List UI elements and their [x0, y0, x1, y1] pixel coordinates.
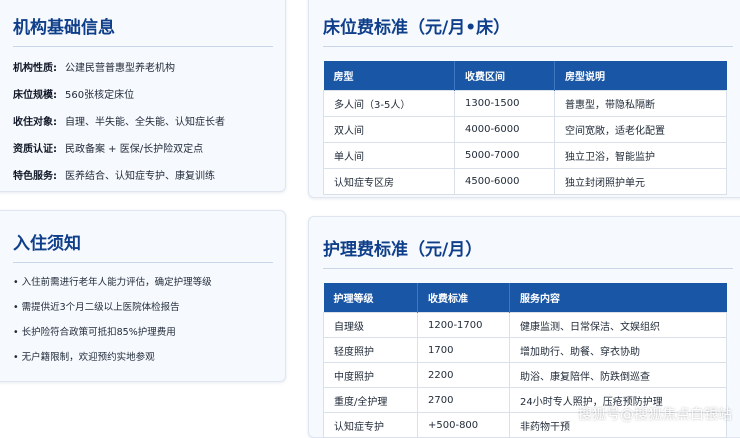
table-row: 轻度照护 1700 增加助行、助餐、穿衣协助: [323, 337, 727, 363]
row-key: 床位规模:: [13, 90, 57, 101]
admission-notice-card: 入住须知 • 入住前需进行老年人能力评估，确定护理等级 • 需提供近3个月二级以…: [0, 210, 286, 382]
table-cell: 增加助行、助餐、穿衣协助: [509, 337, 727, 363]
table-row: 自理级 1200-1700 健康监测、日常保洁、文娱组织: [323, 312, 727, 338]
table-cell: 4000-6000: [454, 116, 555, 143]
basic-info-row: 机构性质: 公建民营普惠型养老机构: [13, 59, 285, 74]
row-key: 收住对象:: [13, 117, 57, 128]
table-cell: 自理级: [323, 312, 418, 338]
row-value: 医养结合、认知症专护、康复训练: [65, 171, 215, 182]
admission-notice-title: 入住须知: [13, 229, 273, 263]
table-cell: 4500-6000: [454, 168, 555, 195]
basic-info-card: 机构基础信息 机构性质: 公建民营普惠型养老机构 床位规模: 560张核定床位 收住…: [0, 0, 286, 192]
row-value: 民政备案 + 医保/长护险双定点: [65, 144, 204, 155]
notice-item: • 需提供近3个月二级以上医院体检报告: [13, 302, 180, 313]
table-header-row: 房型 收费区间 房型说明: [323, 61, 727, 91]
table-cell: 单人间: [323, 142, 455, 169]
table-cell: +500-800: [417, 412, 510, 438]
basic-info-row: 床位规模: 560张核定床位: [13, 86, 285, 101]
bed-fee-table: 房型 收费区间 房型说明 多人间（3-5人） 1300-1500 普惠型，带隐私…: [323, 61, 727, 195]
table-cell: 独立封闭照护单元: [554, 168, 727, 195]
bed-fee-title: 床位费标准（元/月•床）: [323, 13, 733, 47]
table-cell: 独立卫浴，智能监护: [554, 142, 727, 169]
table-cell: 2700: [417, 387, 510, 413]
table-row: 单人间 5000-7000 独立卫浴，智能监护: [323, 142, 727, 169]
table-cell: 双人间: [323, 116, 455, 143]
row-key: 机构性质:: [13, 63, 57, 74]
table-cell: 轻度照护: [323, 337, 418, 363]
table-cell: 健康监测、日常保洁、文娱组织: [509, 312, 727, 338]
table-row: 中度照护 2200 助浴、康复陪伴、防跌倒巡查: [323, 362, 727, 388]
basic-info-row: 特色服务: 医养结合、认知症专护、康复训练: [13, 167, 285, 182]
table-cell: 重度/全护理: [323, 387, 418, 413]
column-header: 收费标准: [417, 283, 510, 313]
basic-info-row: 收住对象: 自理、半失能、全失能、认知症长者: [13, 113, 285, 128]
table-cell: 中度照护: [323, 362, 418, 388]
notice-item: • 入住前需进行老年人能力评估，确定护理等级: [13, 277, 212, 288]
basic-info-title: 机构基础信息: [13, 13, 273, 47]
table-row: 双人间 4000-6000 空间宽敞，适老化配置: [323, 116, 727, 143]
table-row: 多人间（3-5人） 1300-1500 普惠型，带隐私隔断: [323, 90, 727, 117]
table-cell: 认知症专区房: [323, 168, 455, 195]
column-header: 房型: [323, 61, 455, 91]
notice-item: • 长护险符合政策可抵扣85%护理费用: [13, 327, 176, 338]
row-value: 自理、半失能、全失能、认知症长者: [65, 117, 225, 128]
notice-item: • 无户籍限制，欢迎预约实地参观: [13, 352, 155, 363]
table-header-row: 护理等级 收费标准 服务内容: [323, 283, 727, 313]
table-cell: 1700: [417, 337, 510, 363]
bed-fee-card: 床位费标准（元/月•床） 房型 收费区间 房型说明 多人间（3-5人） 1300…: [308, 0, 740, 198]
row-value: 560张核定床位: [65, 90, 135, 101]
table-cell: 空间宽敞，适老化配置: [554, 116, 727, 143]
column-header: 护理等级: [323, 283, 418, 313]
column-header: 房型说明: [554, 61, 727, 91]
source-watermark: 搜狐号@搜狐焦点白银站: [578, 407, 732, 423]
table-cell: 助浴、康复陪伴、防跌倒巡查: [509, 362, 727, 388]
row-key: 特色服务:: [13, 171, 57, 182]
column-header: 服务内容: [509, 283, 727, 313]
table-row: 认知症专区房 4500-6000 独立封闭照护单元: [323, 168, 727, 195]
basic-info-row: 资质认证: 民政备案 + 医保/长护险双定点: [13, 140, 285, 155]
table-cell: 2200: [417, 362, 510, 388]
column-header: 收费区间: [454, 61, 555, 91]
row-value: 公建民营普惠型养老机构: [65, 63, 175, 74]
table-cell: 认知症专护: [323, 412, 418, 438]
table-cell: 5000-7000: [454, 142, 555, 169]
care-fee-title: 护理费标准（元/月）: [323, 235, 733, 269]
table-cell: 1200-1700: [417, 312, 510, 338]
table-cell: 1300-1500: [454, 90, 555, 117]
row-key: 资质认证:: [13, 144, 57, 155]
table-cell: 多人间（3-5人）: [323, 90, 455, 117]
table-cell: 普惠型，带隐私隔断: [554, 90, 727, 117]
